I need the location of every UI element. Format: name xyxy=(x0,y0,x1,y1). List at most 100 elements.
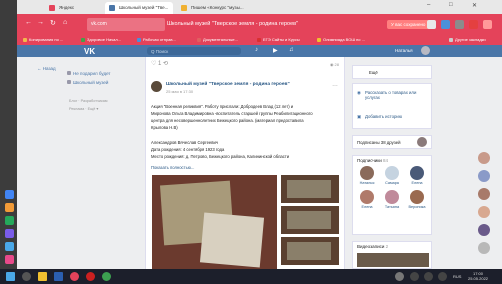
play-icon[interactable]: ▶ xyxy=(273,47,278,54)
avatar[interactable] xyxy=(421,46,430,55)
bookmark-item[interactable]: Копирования по ... xyxy=(23,37,63,42)
video-thumb[interactable] xyxy=(357,253,429,267)
left-link[interactable]: Школьный музей xyxy=(67,80,108,85)
post-photo-thumb[interactable] xyxy=(281,237,339,265)
footer-links[interactable]: Реклама · Ещё ▾ xyxy=(69,106,98,111)
subscriber[interactable]: Наталья xyxy=(357,166,377,185)
wall-post: ♡ 1 ⟲ ◉ 28 Школьный музей "Тверское земл… xyxy=(145,57,345,269)
download-icon[interactable] xyxy=(483,20,492,29)
tab-label: Яндекс xyxy=(59,5,75,10)
friends-card[interactable]: Подписаны 38 друзей xyxy=(352,135,432,149)
post-text-line: Миронова Ольга Владимировна -воспитатель… xyxy=(151,111,313,116)
word-icon[interactable] xyxy=(54,272,63,281)
music-icon[interactable]: ♫ xyxy=(289,47,294,53)
chat-avatar[interactable] xyxy=(478,188,490,200)
vk-logo[interactable]: VK xyxy=(84,47,95,56)
subscriber[interactable]: Самара xyxy=(382,166,402,185)
browser-tab-strip: Яндекс Школьный музей "Тве... Пишем «Кон… xyxy=(17,0,502,14)
folder-icon xyxy=(449,37,453,42)
clock[interactable]: 17:00 25.05.2022 xyxy=(468,271,488,281)
post-text-line: Крылова Н.В) xyxy=(151,125,178,130)
battery-icon[interactable] xyxy=(438,272,447,281)
taskbar: RUS 17:00 25.05.2022 xyxy=(0,269,502,284)
close-icon[interactable]: ✕ xyxy=(472,2,477,9)
post-photo-thumb[interactable] xyxy=(281,175,339,203)
media-icon[interactable] xyxy=(395,272,404,281)
yandex-browser-icon[interactable] xyxy=(70,272,79,281)
left-link-label: Не подарил будет xyxy=(73,71,111,76)
sidebar-app-icon[interactable] xyxy=(5,190,14,199)
subs-title-text: Подписчики xyxy=(357,158,382,163)
subscriber[interactable]: Татьяна xyxy=(382,190,402,209)
search-input[interactable]: Q Поиск xyxy=(147,47,241,55)
sidebar-app-icon[interactable] xyxy=(5,229,14,238)
chat-avatar[interactable] xyxy=(478,206,490,218)
extension-icon[interactable] xyxy=(455,20,464,29)
back-icon[interactable]: ← xyxy=(25,19,32,26)
post-photo-thumb[interactable] xyxy=(281,206,339,234)
extension-icon[interactable] xyxy=(441,20,450,29)
subscriber[interactable]: Елена xyxy=(357,190,377,209)
search-icon[interactable] xyxy=(22,272,31,281)
more-card[interactable]: Ещё xyxy=(352,65,432,79)
videos-title: Видеозаписи 2 xyxy=(357,244,388,249)
language-indicator[interactable]: RUS xyxy=(453,274,461,279)
back-link[interactable]: ← Назад xyxy=(37,66,56,71)
subscriber[interactable]: Вероника xyxy=(407,190,427,209)
bookmark-item[interactable]: ЕГЭ Сайты и Курсы xyxy=(257,37,300,42)
saved-badge[interactable]: У вас сохранено xyxy=(387,20,430,29)
volume-icon[interactable] xyxy=(410,272,419,281)
left-link[interactable]: Не подарил будет xyxy=(67,71,110,76)
sidebar-app-icon[interactable] xyxy=(5,216,14,225)
show-more-link[interactable]: Показать полностью... xyxy=(151,165,194,170)
reload-icon[interactable]: ↻ xyxy=(50,19,56,27)
bookmark-item[interactable]: Документальные... xyxy=(197,37,238,42)
extension-icon[interactable] xyxy=(427,20,436,29)
post-text-line: Акция "Военная реликвия". Работу прислал… xyxy=(151,104,294,109)
chat-avatar[interactable] xyxy=(478,224,490,236)
bookmark-item[interactable]: Здоровое Начал... xyxy=(81,37,121,42)
chat-avatar[interactable] xyxy=(478,242,490,254)
explorer-icon[interactable] xyxy=(38,272,47,281)
home-icon[interactable]: ⌂ xyxy=(63,19,67,26)
sidebar-app-icon[interactable] xyxy=(5,255,14,264)
post-author[interactable]: Школьный музей "Тверское земля - родина … xyxy=(166,82,290,87)
extension-icon[interactable] xyxy=(469,20,478,29)
subscriber-name: Вероника xyxy=(408,205,426,209)
friend-avatar xyxy=(417,137,427,147)
sidebar-app-icon[interactable] xyxy=(5,203,14,212)
opera-icon[interactable] xyxy=(86,272,95,281)
minimize-icon[interactable]: – xyxy=(427,2,430,8)
bookmark-item[interactable]: Рабочая отправ... xyxy=(137,37,176,42)
sidebar-app-icon[interactable] xyxy=(5,242,14,251)
add-story-link[interactable]: Добавить историю xyxy=(365,114,402,119)
chat-avatar[interactable] xyxy=(478,170,490,182)
avatar xyxy=(360,190,374,204)
footer-links[interactable]: Блог · Разработчикам xyxy=(69,99,108,103)
subscriber-name: Татьяна xyxy=(384,205,400,209)
chat-avatar[interactable] xyxy=(478,152,490,164)
tab-museum[interactable]: Школьный музей "Тве... xyxy=(105,2,173,14)
tab-yandex[interactable]: Яндекс xyxy=(45,2,103,14)
tab-contest[interactable]: Пишем «Конкурс "музы... xyxy=(177,2,255,14)
url-field[interactable]: vk.com xyxy=(87,18,165,31)
more-options-icon[interactable]: … xyxy=(332,82,338,88)
maximize-icon[interactable]: □ xyxy=(449,2,453,8)
forward-icon[interactable]: → xyxy=(37,19,44,26)
recommend-link[interactable]: Рассказать о товарах или услугах xyxy=(365,90,429,100)
bookmark-item[interactable]: Олимпиада ВОШ по ... xyxy=(317,37,365,42)
group-avatar[interactable] xyxy=(151,81,162,92)
start-icon[interactable] xyxy=(6,272,15,281)
subscribers-title[interactable]: Подписчики 84 xyxy=(357,158,388,163)
bookmark-item[interactable]: Другие закладки xyxy=(449,37,486,42)
chrome-icon[interactable] xyxy=(102,272,111,281)
left-link-label: Школьный музей xyxy=(73,80,109,85)
subscriber[interactable]: Елена xyxy=(407,166,427,185)
notifications-icon[interactable]: ♪ xyxy=(255,47,258,53)
post-photo[interactable] xyxy=(152,175,277,269)
user-name[interactable]: Наталья xyxy=(395,48,413,53)
post-date[interactable]: 25 мая в 17:30 xyxy=(166,89,193,94)
videos-card[interactable]: Видеозаписи 2 xyxy=(352,241,432,269)
post-actions[interactable]: ♡ 1 ⟲ xyxy=(151,60,168,67)
network-icon[interactable] xyxy=(424,272,433,281)
